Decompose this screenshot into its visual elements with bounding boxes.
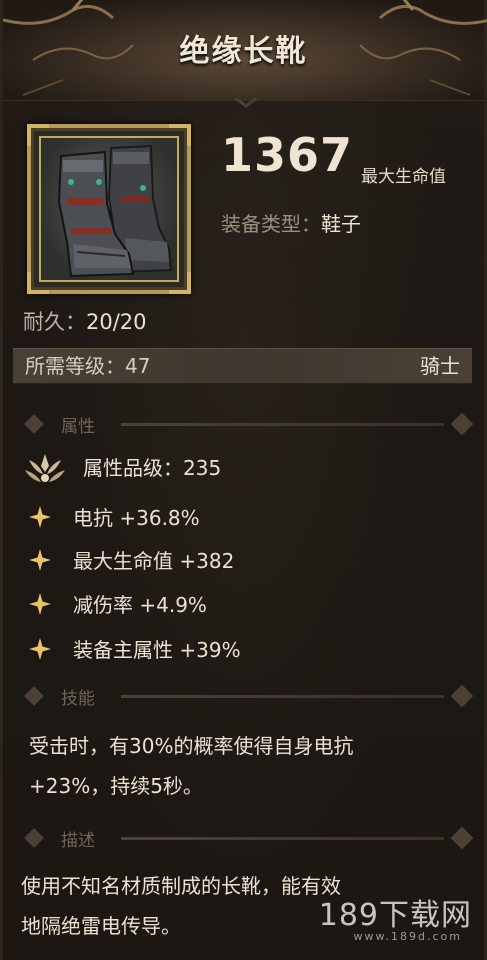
section-title-description: 描述 <box>61 831 95 851</box>
class-requirement: 骑士 <box>420 354 460 378</box>
section-title-attributes: 属性 <box>61 417 95 437</box>
section-divider-attributes: 属性 <box>21 412 474 438</box>
skill-line: 受击时，有30%的概率使得自身电抗 <box>29 734 354 758</box>
sparkle-star-icon <box>29 506 51 528</box>
divider-line <box>121 837 444 840</box>
frame-corner-ornament <box>27 124 49 146</box>
sparkle-star-icon <box>29 638 51 660</box>
equip-type: 装备类型：鞋子 <box>221 208 361 237</box>
diamond-icon <box>450 826 474 850</box>
equip-type-label: 装备类型： <box>221 212 321 236</box>
diamond-icon <box>24 828 44 848</box>
attribute-value: 电抗 +36.8% <box>73 506 200 530</box>
durability-value: 20/20 <box>86 310 147 334</box>
skill-description: 受击时，有30%的概率使得自身电抗 +23%，持续5秒。 <box>29 726 462 806</box>
site-watermark-url: www.189d.com <box>353 930 462 943</box>
section-title-skill: 技能 <box>61 689 95 709</box>
diamond-icon <box>24 414 44 434</box>
item-icon-frame[interactable] <box>27 124 191 294</box>
diamond-icon <box>450 684 474 708</box>
attribute-value: 最大生命值 +382 <box>73 549 235 573</box>
site-watermark: 189下载网 <box>318 898 472 933</box>
frame-corner-ornament <box>169 272 191 294</box>
attribute-grade-text: 属性品级：235 <box>83 456 222 480</box>
attribute-value: 减伤率 +4.9% <box>73 593 207 617</box>
frame-corner-ornament <box>169 124 191 146</box>
skill-line: +23%，持续5秒。 <box>29 774 203 798</box>
divider-line <box>121 695 444 698</box>
equip-type-value: 鞋子 <box>321 212 361 236</box>
boots-icon <box>57 144 173 278</box>
sparkle-star-icon <box>29 549 51 571</box>
section-divider-skill: 技能 <box>21 684 474 710</box>
divider-line <box>121 423 444 426</box>
required-level: 所需等级：47 <box>25 354 151 378</box>
attribute-value: 装备主属性 +39% <box>73 638 241 662</box>
item-name-title: 绝缘长靴 <box>179 34 308 69</box>
diamond-icon <box>24 686 44 706</box>
frame-corner-ornament <box>27 272 49 294</box>
required-level-bar: 所需等级：47 骑士 <box>13 348 472 384</box>
item-icon-background <box>39 136 179 282</box>
title-banner: 绝缘长靴 <box>3 0 487 101</box>
section-divider-description: 描述 <box>21 826 474 852</box>
durability-label: 耐久： <box>23 310 86 334</box>
durability: 耐久：20/20 <box>23 306 147 336</box>
item-tooltip-panel: 绝缘长靴 1367 最大生命值 装备类型：鞋子 耐久：20/20 所需等级：47… <box>0 0 487 960</box>
main-stat-label: 最大生命值 <box>361 167 446 187</box>
attribute-grade-icon <box>25 454 65 482</box>
chevron-down-icon <box>235 98 257 108</box>
sparkle-star-icon <box>29 593 51 615</box>
diamond-icon <box>450 412 474 436</box>
main-stat-value: 1367 <box>221 128 354 182</box>
